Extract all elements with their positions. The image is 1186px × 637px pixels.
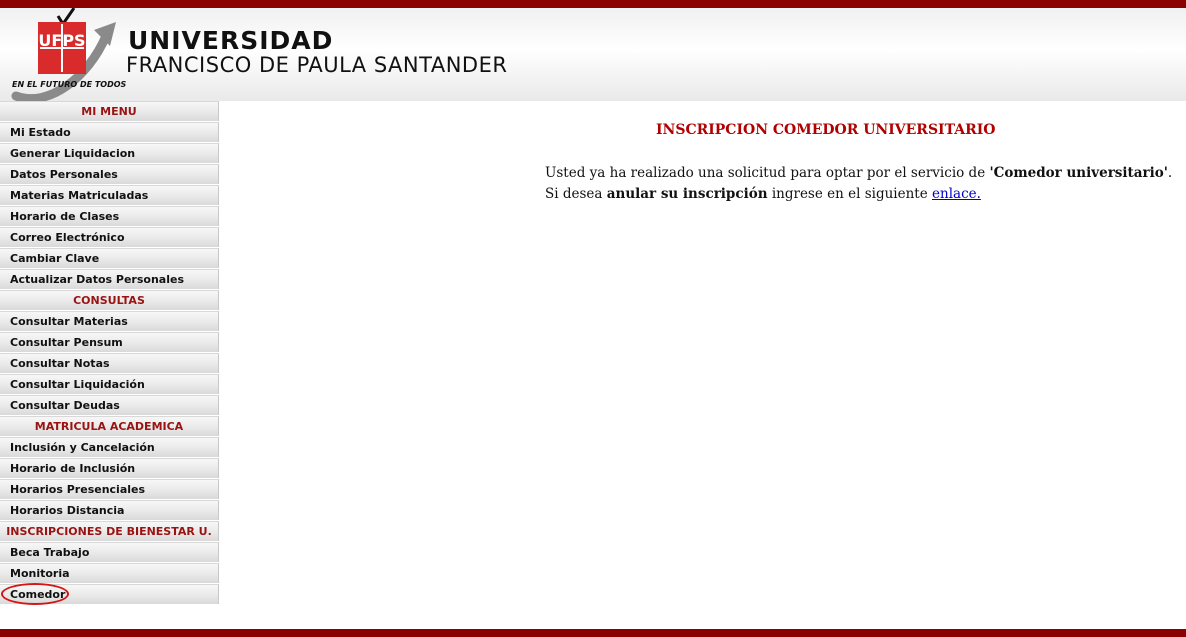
- cancel-text-middle: ingrese en el siguiente: [767, 186, 933, 202]
- section-consultas: CONSULTAS: [0, 290, 219, 310]
- menu-item-actualizar-datos[interactable]: Actualizar Datos Personales: [0, 269, 219, 289]
- section-matricula-academica: MATRICULA ACADEMICA: [0, 416, 219, 436]
- section-mi-menu: MI MENU: [0, 101, 219, 121]
- menu-item-generar-liquidacion[interactable]: Generar Liquidacion: [0, 143, 219, 163]
- menu-item-mi-estado[interactable]: Mi Estado: [0, 122, 219, 142]
- cancel-link[interactable]: enlace.: [932, 186, 981, 202]
- menu-item-horarios-presenciales[interactable]: Horarios Presenciales: [0, 479, 219, 499]
- menu-item-comedor[interactable]: Comedor: [0, 583, 219, 605]
- section-inscripciones-bienestar: INSCRIPCIONES DE BIENESTAR U.: [0, 521, 219, 541]
- menu-item-inclusion-cancelacion[interactable]: Inclusión y Cancelación: [0, 437, 219, 457]
- university-subtitle: FRANCISCO DE PAULA SANTANDER: [126, 53, 508, 77]
- cancel-bold-text: anular su inscripción: [606, 186, 768, 202]
- menu-item-consultar-deudas[interactable]: Consultar Deudas: [0, 395, 219, 415]
- menu-item-correo-electronico[interactable]: Correo Electrónico: [0, 227, 219, 247]
- menu-item-horarios-distancia[interactable]: Horarios Distancia: [0, 500, 219, 520]
- menu-item-horario-de-clases[interactable]: Horario de Clases: [0, 206, 219, 226]
- menu-item-cambiar-clave[interactable]: Cambiar Clave: [0, 248, 219, 268]
- menu-item-materias-matriculadas[interactable]: Materias Matriculadas: [0, 185, 219, 205]
- page-title: INSCRIPCION COMEDOR UNIVERSITARIO: [656, 122, 996, 138]
- highlight-circle: [1, 583, 69, 605]
- status-text-prefix: Usted ya ha realizado una solicitud para…: [545, 165, 990, 181]
- menu-item-monitoria[interactable]: Monitoria: [0, 563, 219, 583]
- status-text-suffix: .: [1167, 165, 1173, 181]
- header: UFPS EN EL FUTURO DE TODOS UNIVERSIDAD F…: [0, 8, 1186, 101]
- menu-item-datos-personales[interactable]: Datos Personales: [0, 164, 219, 184]
- cancel-message: Si desea anular su inscripción ingrese e…: [545, 186, 981, 202]
- top-bar: [0, 0, 1186, 8]
- menu-item-consultar-notas[interactable]: Consultar Notas: [0, 353, 219, 373]
- logo-tagline: EN EL FUTURO DE TODOS: [12, 80, 127, 89]
- menu-item-consultar-pensum[interactable]: Consultar Pensum: [0, 332, 219, 352]
- sidebar-menu: MI MENU Mi Estado Generar Liquidacion Da…: [0, 101, 221, 605]
- menu-item-consultar-materias[interactable]: Consultar Materias: [0, 311, 219, 331]
- status-message: Usted ya ha realizado una solicitud para…: [545, 165, 1172, 181]
- menu-item-consultar-liquidacion[interactable]: Consultar Liquidación: [0, 374, 219, 394]
- service-name: 'Comedor universitario': [989, 165, 1168, 181]
- university-title: UNIVERSIDAD: [128, 26, 334, 55]
- main-content: INSCRIPCION COMEDOR UNIVERSITARIO Usted …: [221, 101, 1186, 629]
- cancel-text-prefix: Si desea: [545, 186, 607, 202]
- menu-item-horario-inclusion[interactable]: Horario de Inclusión: [0, 458, 219, 478]
- bottom-bar: [0, 629, 1186, 637]
- menu-item-beca-trabajo[interactable]: Beca Trabajo: [0, 542, 219, 562]
